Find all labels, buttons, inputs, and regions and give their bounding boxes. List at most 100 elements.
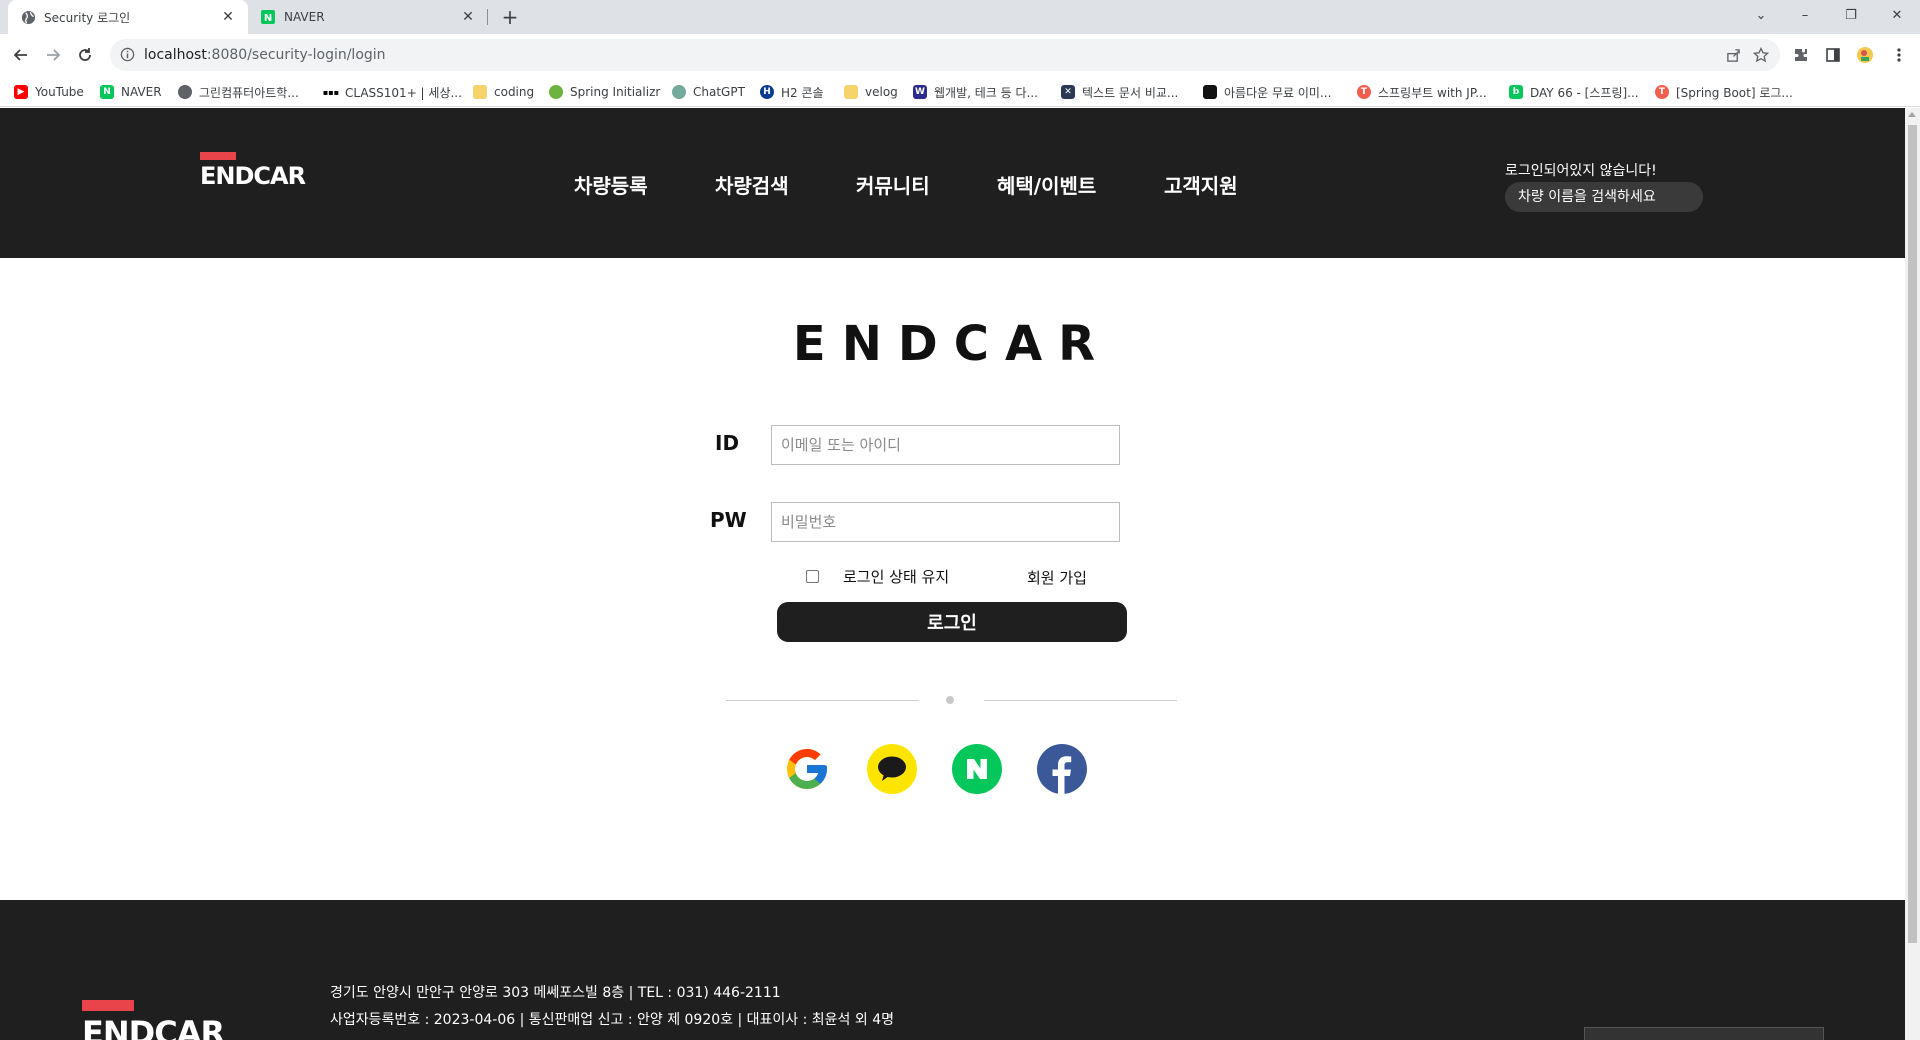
bookmark-label: NAVER xyxy=(121,85,162,99)
tab-search-icon[interactable]: ⌄ xyxy=(1738,0,1784,30)
close-window-button[interactable]: ✕ xyxy=(1874,0,1920,30)
bookmark-label: 스프링부트 with JP... xyxy=(1378,85,1487,100)
spring-icon xyxy=(549,85,563,99)
logo-text: ENDCAR xyxy=(200,162,306,190)
restore-button[interactable]: ❐ xyxy=(1828,0,1874,30)
tistory-icon: T xyxy=(1655,85,1669,99)
tab-title: Security 로그인 xyxy=(44,10,131,25)
tab-strip: Security 로그인 ✕ N NAVER ✕ + ⌄ – ❐ ✕ xyxy=(0,0,1920,34)
signup-link[interactable]: 회원 가입 xyxy=(1027,567,1087,588)
folder-icon xyxy=(844,85,858,99)
facebook-login-button[interactable] xyxy=(1037,744,1087,794)
reload-button[interactable] xyxy=(72,42,98,68)
bookmark-star-icon[interactable] xyxy=(1748,39,1774,71)
chatgpt-icon xyxy=(672,85,686,99)
password-input[interactable] xyxy=(771,502,1120,542)
naver-icon: N xyxy=(260,9,276,25)
bookmark-springboot-jpa[interactable]: T 스프링부트 with JP... xyxy=(1357,82,1487,102)
close-tab-icon[interactable]: ✕ xyxy=(220,9,236,25)
bookmark-youtube[interactable]: ▶ YouTube xyxy=(14,82,84,102)
footer-select[interactable] xyxy=(1584,1027,1824,1040)
bookmark-label: 아름다운 무료 이미... xyxy=(1224,85,1332,100)
tab-naver[interactable]: N NAVER ✕ xyxy=(248,0,488,34)
url-host: localhost xyxy=(144,47,207,63)
bookmark-label: 웹개발, 테크 등 다... xyxy=(934,85,1038,100)
remember-me-checkbox[interactable] xyxy=(806,570,819,583)
forward-button[interactable] xyxy=(40,42,66,68)
h2-icon: H xyxy=(760,85,774,99)
menu-kebab-icon[interactable] xyxy=(1886,42,1912,68)
facebook-icon xyxy=(1052,756,1072,794)
pw-label: PW xyxy=(710,508,747,532)
bookmark-label: velog xyxy=(865,85,898,99)
google-login-button[interactable] xyxy=(782,744,832,794)
extensions-icon[interactable] xyxy=(1788,42,1814,68)
nav-benefits-events[interactable]: 혜택/이벤트 xyxy=(997,170,1096,199)
browser-toolbar: localhost:8080/security-login/login xyxy=(0,34,1920,76)
nav-car-search[interactable]: 차량검색 xyxy=(715,170,789,199)
class101-icon: ▪▪▪ xyxy=(323,85,339,99)
bookmark-unsplash[interactable]: 아름다운 무료 이미... xyxy=(1203,82,1331,102)
divider-dot xyxy=(946,696,954,704)
id-input[interactable] xyxy=(771,425,1120,465)
footer-address: 경기도 안양시 만안구 안양로 303 메쎄포스빌 8층 | TEL : 031… xyxy=(330,985,781,1001)
footer-business-info: 사업자등록번호 : 2023-04-06 | 통신판매업 신고 : 안양 제 0… xyxy=(330,1012,894,1028)
globe-icon xyxy=(20,9,36,25)
bookmark-spring-boot-login[interactable]: T [Spring Boot] 로그... xyxy=(1655,82,1793,102)
youtube-icon: ▶ xyxy=(14,85,28,99)
bookmark-label: H2 콘솔 xyxy=(781,85,824,100)
bookmark-naver[interactable]: N NAVER xyxy=(100,82,162,102)
svg-text:N: N xyxy=(264,13,272,24)
nav-community[interactable]: 커뮤니티 xyxy=(856,170,930,199)
login-button[interactable]: 로그인 xyxy=(777,602,1127,642)
page-scrollbar[interactable] xyxy=(1905,108,1920,1040)
tab-separator xyxy=(487,9,488,25)
address-bar[interactable]: localhost:8080/security-login/login xyxy=(110,39,1780,71)
login-status-text: 로그인되어있지 않습니다! xyxy=(1505,163,1657,179)
bookmark-h2-console[interactable]: H H2 콘솔 xyxy=(760,82,824,102)
scroll-up-arrow-icon[interactable] xyxy=(1908,112,1916,117)
site-header: ENDCAR 차량등록 차량검색 커뮤니티 혜택/이벤트 고객지원 로그인되어있… xyxy=(0,108,1905,258)
site-footer: ENDCAR 경기도 안양시 만안구 안양로 303 메쎄포스빌 8층 | TE… xyxy=(0,900,1905,1040)
folder-icon xyxy=(473,85,487,99)
unsplash-icon xyxy=(1203,85,1217,99)
diff-icon: ✕ xyxy=(1061,85,1075,99)
profile-avatar[interactable] xyxy=(1852,42,1878,68)
bookmark-class101[interactable]: ▪▪▪ CLASS101+ | 세상... xyxy=(323,82,462,102)
remember-me-label: 로그인 상태 유지 xyxy=(843,568,950,586)
footer-logo[interactable]: ENDCAR xyxy=(82,1000,252,1040)
side-panel-icon[interactable] xyxy=(1820,42,1846,68)
bookmark-green-computer[interactable]: 그린컴퓨터아트학... xyxy=(178,82,299,102)
naver-blog-icon: b xyxy=(1509,85,1523,99)
tab-security-login[interactable]: Security 로그인 ✕ xyxy=(8,0,248,34)
bookmark-label: 텍스트 문서 비교... xyxy=(1082,85,1179,100)
bookmark-webdev[interactable]: W 웹개발, 테크 등 다... xyxy=(913,82,1038,102)
bookmark-velog[interactable]: velog xyxy=(844,82,898,102)
naver-icon xyxy=(967,759,987,779)
scrollbar-thumb[interactable] xyxy=(1908,125,1917,943)
naver-login-button[interactable] xyxy=(952,744,1002,794)
bookmark-coding[interactable]: coding xyxy=(473,82,534,102)
login-title: ENDCAR xyxy=(792,316,1112,372)
site-info-icon[interactable] xyxy=(120,47,136,63)
kakao-login-button[interactable] xyxy=(867,744,917,794)
bookmarks-bar: ▶ YouTube N NAVER 그린컴퓨터아트학... ▪▪▪ CLASS101+… xyxy=(0,76,1920,107)
kakao-talk-icon xyxy=(878,756,906,781)
nav-car-register[interactable]: 차량등록 xyxy=(574,170,648,199)
share-icon[interactable] xyxy=(1720,39,1746,71)
close-tab-icon[interactable]: ✕ xyxy=(460,9,476,25)
nav-customer-support[interactable]: 고객지원 xyxy=(1164,170,1238,199)
bookmark-label: CLASS101+ | 세상... xyxy=(345,85,462,100)
tistory-icon: T xyxy=(1357,85,1371,99)
bookmark-label: ChatGPT xyxy=(693,85,745,99)
bookmark-spring-initializr[interactable]: Spring Initializr xyxy=(549,82,660,102)
bookmark-day66[interactable]: b DAY 66 - [스프링]... xyxy=(1509,82,1639,102)
url-path: :8080/security-login/login xyxy=(206,47,386,63)
header-logo[interactable]: ENDCAR xyxy=(200,152,320,192)
bookmark-chatgpt[interactable]: ChatGPT xyxy=(672,82,745,102)
car-search-input[interactable] xyxy=(1505,182,1703,212)
bookmark-text-diff[interactable]: ✕ 텍스트 문서 비교... xyxy=(1061,82,1178,102)
new-tab-button[interactable]: + xyxy=(497,4,523,30)
minimize-button[interactable]: – xyxy=(1782,0,1828,30)
back-button[interactable] xyxy=(8,42,34,68)
